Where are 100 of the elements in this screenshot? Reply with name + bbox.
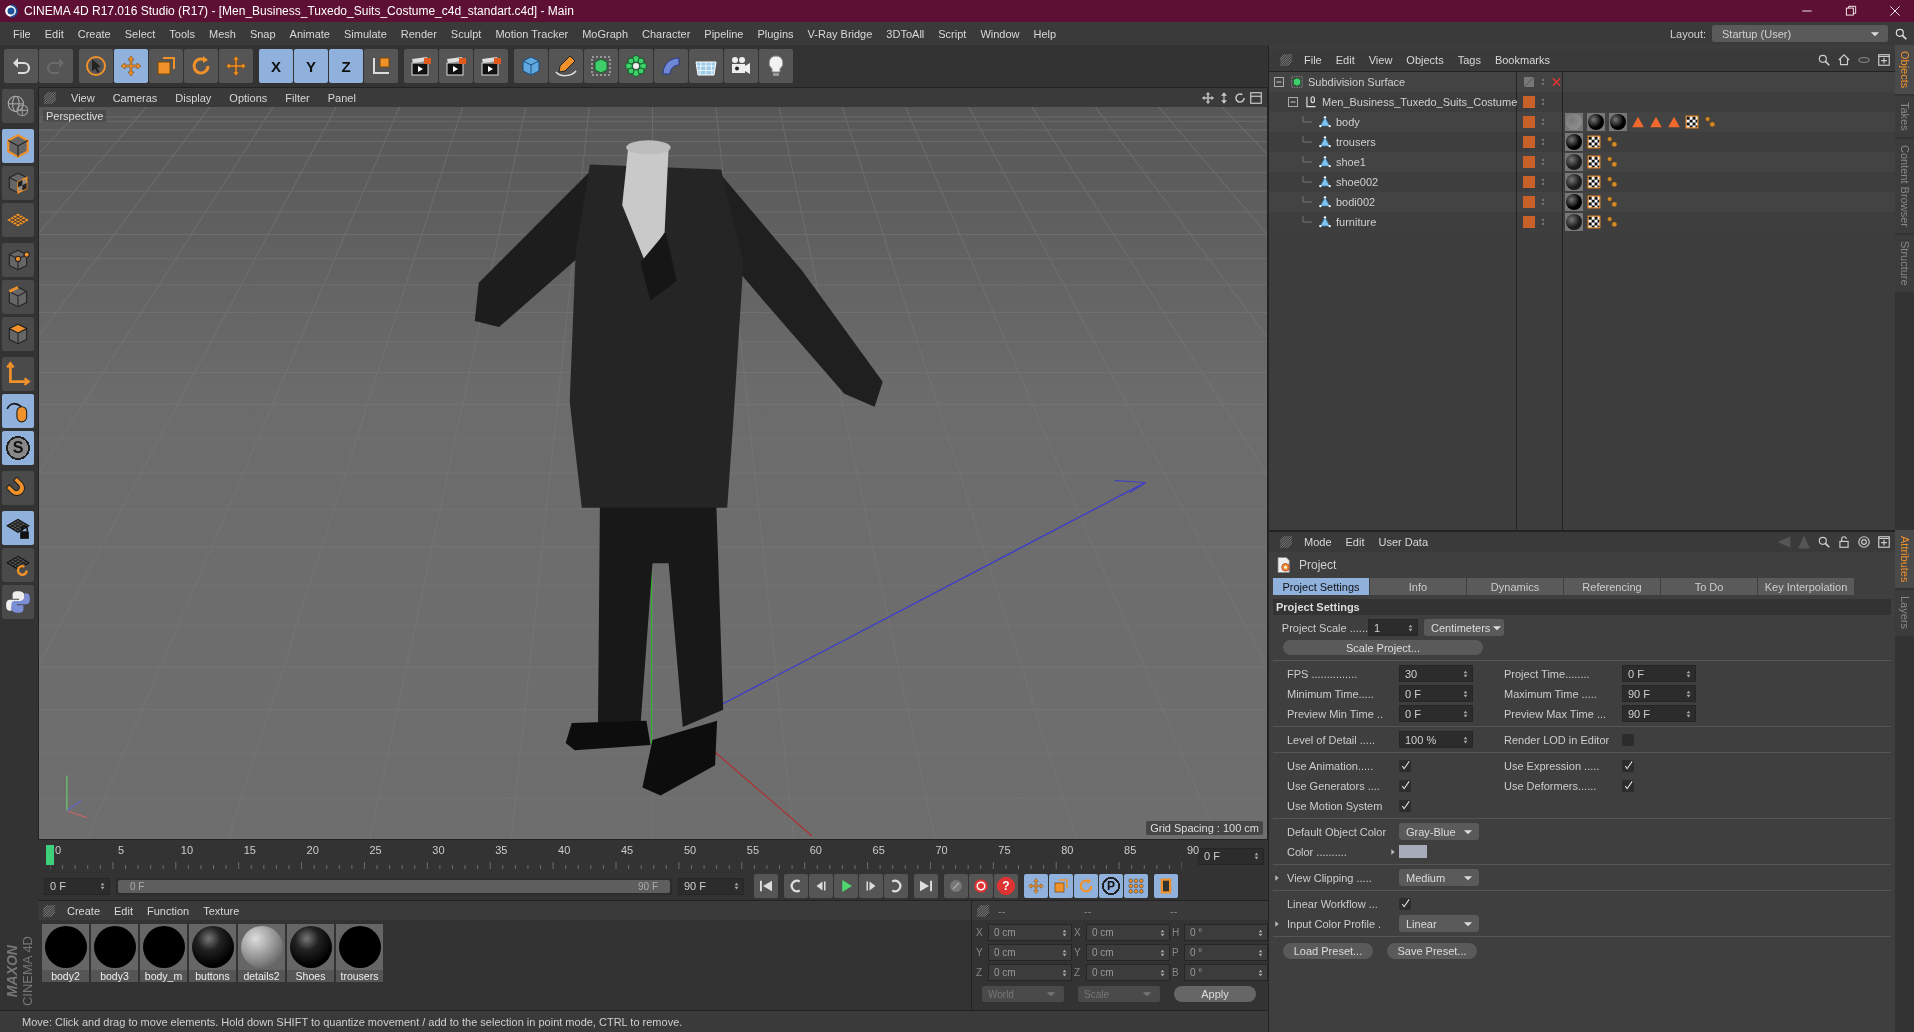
coordinate-field[interactable]: 0 cm: [1086, 924, 1170, 941]
tab[interactable]: Dynamics: [1467, 578, 1563, 595]
checker-icon[interactable]: [1587, 135, 1601, 149]
checker-icon[interactable]: [1587, 215, 1601, 229]
number-field[interactable]: 100 %: [1399, 731, 1473, 748]
grid-rotate-icon[interactable]: [2, 548, 34, 582]
material-swatch[interactable]: [338, 926, 381, 968]
collapsed-arrow-icon[interactable]: [1273, 873, 1281, 882]
menu-item[interactable]: Objects: [1399, 54, 1451, 66]
balls-icon[interactable]: [1605, 195, 1619, 209]
menu-item[interactable]: Edit: [107, 904, 140, 917]
coordinate-field[interactable]: 0 °: [1184, 944, 1268, 961]
coordinate-field[interactable]: 0 °: [1184, 964, 1268, 981]
parameter-button[interactable]: P: [1099, 874, 1123, 898]
menu-item[interactable]: Options: [221, 91, 276, 104]
number-field[interactable]: 1: [1368, 619, 1418, 636]
menu-item[interactable]: Pipeline: [697, 27, 751, 40]
number-field[interactable]: 90 F: [1622, 705, 1696, 722]
viewport-panel[interactable]: View Cameras Display Options Filter Panel Perspective Grid Spacing : 100 cm: [38, 87, 1268, 840]
number-field[interactable]: 30: [1399, 665, 1473, 682]
python-icon[interactable]: [2, 585, 34, 619]
rotate-icon[interactable]: [184, 49, 218, 83]
balls-icon[interactable]: [1605, 135, 1619, 149]
checkbox[interactable]: [1399, 759, 1411, 772]
object-name[interactable]: Men_Business_Tuxedo_Suits_Costume: [1322, 96, 1518, 108]
collapse-icon[interactable]: [1287, 96, 1299, 108]
menu-item[interactable]: Render: [393, 27, 444, 40]
object-name[interactable]: Subdivision Surface: [1308, 76, 1406, 88]
color-swatch[interactable]: [1399, 845, 1427, 858]
material-name[interactable]: trousers: [336, 970, 383, 982]
coordinate-field[interactable]: 0 cm: [1086, 944, 1170, 961]
target-icon[interactable]: [1857, 535, 1871, 549]
coordinate-field[interactable]: 0 cm: [988, 944, 1072, 961]
axis-lock-button[interactable]: Y: [294, 49, 328, 83]
menu-item[interactable]: MoGraph: [575, 27, 636, 40]
side-tab[interactable]: Objects: [1895, 45, 1914, 95]
menu-item[interactable]: 3DToAll: [879, 27, 932, 40]
menu-item[interactable]: Script: [931, 27, 974, 40]
play-icon[interactable]: [834, 874, 858, 898]
home-icon[interactable]: [1837, 53, 1851, 67]
menu-item[interactable]: Bookmarks: [1487, 54, 1557, 66]
checkbox[interactable]: [1399, 897, 1411, 910]
menu-item[interactable]: Plugins: [750, 27, 801, 40]
menu-item[interactable]: Animate: [282, 27, 337, 40]
material-swatch[interactable]: [93, 926, 136, 968]
menu-item[interactable]: Edit: [1328, 54, 1362, 66]
coordinate-field[interactable]: 0 cm: [988, 964, 1072, 981]
balls-icon[interactable]: [1605, 175, 1619, 189]
menu-item[interactable]: Edit: [1338, 536, 1372, 548]
menu-item[interactable]: Character: [635, 27, 698, 40]
new-panel-icon[interactable]: [1877, 53, 1891, 67]
grip-icon[interactable]: [1279, 535, 1293, 549]
menu-item[interactable]: Tools: [162, 27, 202, 40]
cube-points-icon[interactable]: [2, 243, 34, 277]
object-name[interactable]: furniture: [1336, 216, 1377, 228]
grip-icon[interactable]: [1279, 53, 1293, 67]
cursor-icon[interactable]: [79, 49, 113, 83]
flower-icon[interactable]: [619, 49, 653, 83]
undo-icon[interactable]: [4, 49, 38, 83]
arc-left-icon[interactable]: [784, 874, 808, 898]
menu-item[interactable]: Select: [117, 27, 163, 40]
tab[interactable]: Referencing: [1564, 578, 1660, 595]
tab[interactable]: Key Interpolation: [1758, 578, 1854, 595]
menu-item[interactable]: Snap: [242, 27, 283, 40]
object-name[interactable]: trousers: [1336, 136, 1376, 148]
checkbox[interactable]: [1399, 779, 1411, 792]
menu-item[interactable]: Window: [973, 27, 1027, 40]
checkbox[interactable]: [1622, 779, 1634, 792]
new-panel-icon[interactable]: [1877, 535, 1891, 549]
material-swatch[interactable]: [240, 926, 283, 968]
menu-item[interactable]: User Data: [1371, 536, 1436, 548]
menu-item[interactable]: Function: [140, 904, 197, 917]
menu-item[interactable]: V-Ray Bridge: [800, 27, 880, 40]
number-field[interactable]: 90 F: [1622, 685, 1696, 702]
material-swatch[interactable]: [44, 926, 87, 968]
menu-item[interactable]: Panel: [319, 91, 364, 104]
dropdown[interactable]: Gray-Blue: [1399, 823, 1479, 840]
menu-item[interactable]: Edit: [37, 27, 71, 40]
collapse-icon[interactable]: [1273, 76, 1285, 88]
balls-icon[interactable]: [1605, 215, 1619, 229]
axis-cube-icon[interactable]: [364, 49, 398, 83]
dropdown[interactable]: Linear: [1399, 915, 1479, 932]
scale-icon[interactable]: [149, 49, 183, 83]
coordinate-field[interactable]: 0 cm: [988, 924, 1072, 941]
close-icon[interactable]: [1888, 4, 1902, 18]
material-swatch[interactable]: [142, 926, 185, 968]
light-bulb-icon[interactable]: [759, 49, 793, 83]
triangle-icon[interactable]: [1631, 115, 1645, 129]
layout-dropdown[interactable]: Startup (User): [1712, 25, 1888, 42]
help-button[interactable]: ?: [994, 874, 1018, 898]
menu-item[interactable]: View: [63, 91, 103, 104]
balls-icon[interactable]: [1605, 155, 1619, 169]
menu-item[interactable]: Motion Tracker: [488, 27, 576, 40]
cube-face-icon[interactable]: [2, 317, 34, 351]
object-name[interactable]: body: [1336, 116, 1360, 128]
menu-item[interactable]: File: [6, 27, 38, 40]
object-name[interactable]: bodi002: [1336, 196, 1376, 208]
object-name[interactable]: shoe1: [1336, 156, 1366, 168]
menu-item[interactable]: View: [1361, 54, 1400, 66]
dropdown[interactable]: Centimeters: [1424, 619, 1504, 636]
